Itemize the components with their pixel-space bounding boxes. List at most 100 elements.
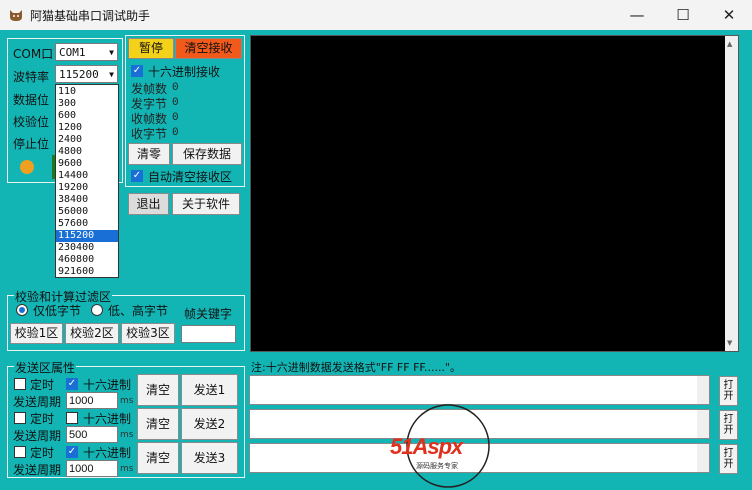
baud-option[interactable]: 921600 xyxy=(56,266,118,278)
scroll-up-icon[interactable]: ▲ xyxy=(727,40,732,48)
receive-scrollbar[interactable]: ▲ ▼ xyxy=(725,36,738,351)
send-button[interactable]: 发送1 xyxy=(181,374,238,406)
watermark-logo: 51Aspx 源码服务专家 xyxy=(390,400,500,490)
baud-option[interactable]: 14400 xyxy=(56,170,118,182)
timer-label: 定时 xyxy=(30,378,55,392)
baud-option[interactable]: 57600 xyxy=(56,218,118,230)
period-unit: ms xyxy=(120,396,134,406)
timer-checkbox[interactable] xyxy=(14,446,26,458)
chevron-down-icon: ▼ xyxy=(109,70,114,79)
hex-send-label: 十六进制 xyxy=(83,412,132,426)
low-byte-radio[interactable] xyxy=(16,304,28,316)
receive-display[interactable] xyxy=(250,35,739,352)
open-file-button-1[interactable]: 打开 xyxy=(719,376,738,406)
baud-label: 波特率 xyxy=(13,70,50,84)
watermark-brand-text: 51Aspx xyxy=(390,434,463,459)
com-label: COM口 xyxy=(13,47,54,61)
sent-frames-value: 0 xyxy=(172,82,179,94)
baud-rate-dropdown-list[interactable]: 110 300 600 1200 2400 4800 9600 14400 19200 38400… xyxy=(55,84,119,278)
clear-send-button[interactable]: 清空 xyxy=(137,408,179,440)
maximize-button[interactable]: ☐ xyxy=(660,0,706,30)
auto-clear-label: 自动清空接收区 xyxy=(148,170,233,184)
send-button[interactable]: 发送2 xyxy=(181,408,238,440)
period-label: 发送周期 xyxy=(13,463,62,477)
baud-option[interactable]: 460800 xyxy=(56,254,118,266)
low-byte-label: 仅低字节 xyxy=(33,304,82,318)
clear-send-button[interactable]: 清空 xyxy=(137,442,179,474)
open-file-button-2[interactable]: 打开 xyxy=(719,410,738,440)
recv-bytes-label: 收字节 xyxy=(131,127,168,141)
window-title: 阿猫基础串口调试助手 xyxy=(30,9,151,23)
baud-option[interactable]: 115200 xyxy=(56,230,118,242)
period-input[interactable]: 1000 xyxy=(66,392,118,409)
send-format-note: 注:十六进制数据发送格式"FF FF FF......"。 xyxy=(251,361,461,374)
watermark-sub: 源码服务专家 xyxy=(416,462,458,470)
baud-option[interactable]: 56000 xyxy=(56,206,118,218)
status-led xyxy=(20,160,34,174)
hex-send-label: 十六进制 xyxy=(83,378,132,392)
open-file-button-3[interactable]: 打开 xyxy=(719,444,738,474)
com-port-select[interactable]: COM1 ▼ xyxy=(55,43,118,61)
about-button[interactable]: 关于软件 xyxy=(172,193,240,215)
databits-label: 数据位 xyxy=(13,93,50,107)
exit-button[interactable]: 退出 xyxy=(128,193,169,215)
low-high-byte-radio[interactable] xyxy=(91,304,103,316)
close-button[interactable]: ✕ xyxy=(706,0,752,30)
hex-send-checkbox[interactable]: ✓ xyxy=(66,378,78,390)
cat-app-icon xyxy=(10,10,22,21)
period-label: 发送周期 xyxy=(13,395,62,409)
recv-bytes-value: 0 xyxy=(172,127,179,139)
timer-checkbox[interactable] xyxy=(14,378,26,390)
send-scrollbar-1[interactable] xyxy=(697,376,709,404)
title-bar: 阿猫基础串口调试助手 — ☐ ✕ xyxy=(0,0,752,30)
com-port-value: COM1 xyxy=(59,46,86,59)
send-button[interactable]: 发送3 xyxy=(181,442,238,474)
scroll-down-icon[interactable]: ▼ xyxy=(727,339,732,347)
baud-option[interactable]: 600 xyxy=(56,110,118,122)
send-scrollbar-3[interactable] xyxy=(697,444,709,472)
baud-option[interactable]: 38400 xyxy=(56,194,118,206)
baud-rate-value: 115200 xyxy=(59,68,99,81)
period-input[interactable]: 1000 xyxy=(66,460,118,477)
baud-option[interactable]: 19200 xyxy=(56,182,118,194)
save-data-button[interactable]: 保存数据 xyxy=(172,143,242,165)
hex-receive-checkbox[interactable]: ✓ xyxy=(131,65,143,77)
timer-label: 定时 xyxy=(30,446,55,460)
pause-button[interactable]: 暂停 xyxy=(128,38,174,59)
hex-send-checkbox[interactable] xyxy=(66,412,78,424)
hex-send-label: 十六进制 xyxy=(83,446,132,460)
frame-keyword-input[interactable] xyxy=(181,325,236,343)
baud-option[interactable]: 9600 xyxy=(56,158,118,170)
low-high-byte-label: 低、高字节 xyxy=(108,304,169,318)
timer-label: 定时 xyxy=(30,412,55,426)
frame-keyword-label: 帧关键字 xyxy=(184,307,233,321)
period-label: 发送周期 xyxy=(13,429,62,443)
baud-option[interactable]: 230400 xyxy=(56,242,118,254)
baud-option[interactable]: 2400 xyxy=(56,134,118,146)
clear-send-button[interactable]: 清空 xyxy=(137,374,179,406)
baud-rate-select[interactable]: 115200 ▼ xyxy=(55,65,118,83)
chevron-down-icon: ▼ xyxy=(109,48,114,57)
clear-receive-button[interactable]: 清空接收 xyxy=(175,38,242,59)
watermark-brand: 51Aspx xyxy=(390,434,463,460)
send-props-title: 发送区属性 xyxy=(14,359,77,376)
baud-option[interactable]: 1200 xyxy=(56,122,118,134)
baud-option[interactable]: 300 xyxy=(56,98,118,110)
baud-option[interactable]: 110 xyxy=(56,86,118,98)
send-scrollbar-2[interactable] xyxy=(697,410,709,438)
auto-clear-checkbox[interactable]: ✓ xyxy=(131,170,143,182)
check3-button[interactable]: 校验3区 xyxy=(121,323,175,344)
clear-counters-button[interactable]: 清零 xyxy=(128,143,170,165)
recv-frames-value: 0 xyxy=(172,112,179,124)
minimize-button[interactable]: — xyxy=(614,0,660,30)
period-unit: ms xyxy=(120,430,134,440)
hex-send-checkbox[interactable]: ✓ xyxy=(66,446,78,458)
baud-option[interactable]: 4800 xyxy=(56,146,118,158)
timer-checkbox[interactable] xyxy=(14,412,26,424)
check2-button[interactable]: 校验2区 xyxy=(65,323,119,344)
check1-button[interactable]: 校验1区 xyxy=(10,323,63,344)
stopbits-label: 停止位 xyxy=(13,137,50,151)
period-input[interactable]: 500 xyxy=(66,426,118,443)
parity-label: 校验位 xyxy=(13,115,50,129)
period-unit: ms xyxy=(120,464,134,474)
